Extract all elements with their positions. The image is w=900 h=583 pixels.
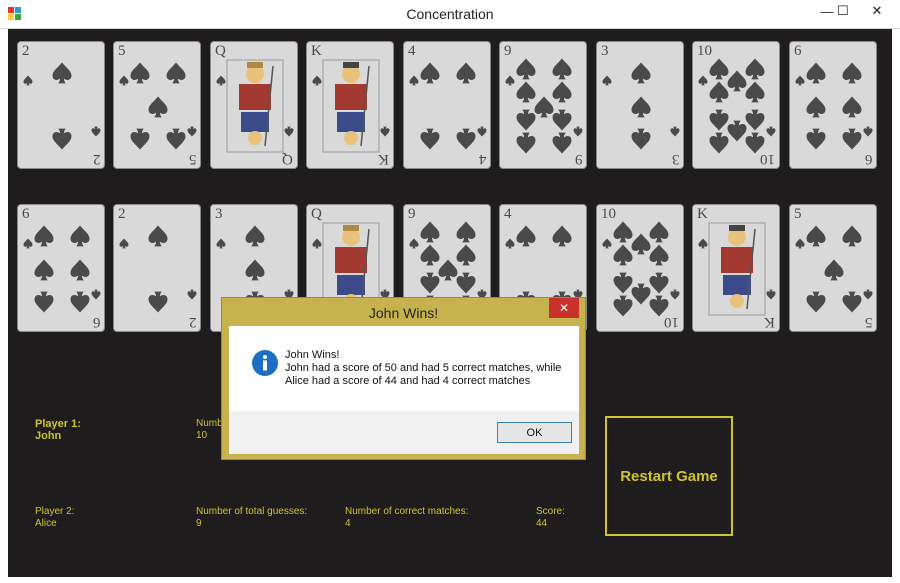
card-rank-top: 9 (504, 43, 512, 59)
card-rank-top: 10 (601, 206, 616, 222)
card-rank-top: 2 (118, 206, 126, 222)
player2-matches-value: 4 (345, 518, 351, 529)
card-rank-top: 6 (22, 206, 30, 222)
player1-name: John (35, 430, 62, 442)
info-icon (252, 350, 278, 376)
card-rank-bottom: 5 (188, 151, 197, 167)
card-rank-top: 5 (794, 206, 802, 222)
dialog-message-line1: John Wins! (285, 349, 340, 361)
playing-card[interactable]: 55 (113, 41, 201, 169)
dialog-message-line3: Alice had a score of 44 and had 4 correc… (285, 375, 531, 387)
card-rank-top: 3 (601, 43, 609, 59)
card-rank-top: 9 (408, 206, 416, 222)
playing-card[interactable]: QQ (210, 41, 298, 169)
spade-pips (23, 225, 101, 313)
spade-pips (119, 62, 197, 150)
card-rank-bottom: 2 (92, 151, 101, 167)
card-rank-bottom: 6 (92, 314, 101, 330)
spade-pips (795, 225, 873, 313)
card-rank-bottom: K (764, 314, 775, 330)
playing-card[interactable]: KK (692, 204, 780, 332)
maximize-button[interactable]: ☐ (828, 0, 858, 22)
playing-card[interactable]: 22 (17, 41, 105, 169)
card-rank-top: 5 (118, 43, 126, 59)
card-rank-top: Q (215, 43, 226, 59)
spade-pips (119, 225, 197, 313)
card-rank-top: 10 (697, 43, 712, 59)
spade-pips (602, 62, 680, 150)
playing-card[interactable]: 55 (789, 204, 877, 332)
dialog-close-button[interactable]: ✕ (549, 298, 579, 318)
player2-guesses-label: Number of total guesses: (196, 506, 308, 517)
card-rank-top: 4 (408, 43, 416, 59)
playing-card[interactable]: 33 (596, 41, 684, 169)
ok-button[interactable]: OK (497, 422, 572, 443)
win-dialog: John Wins! ✕ John Wins! John had a score… (221, 297, 586, 460)
card-rank-top: 4 (504, 206, 512, 222)
card-rank-top: K (311, 43, 322, 59)
card-rank-top: K (697, 206, 708, 222)
playing-card[interactable]: 10 10 (692, 41, 780, 169)
player2-score-label: Score: (536, 506, 565, 517)
spade-pips (409, 62, 487, 150)
card-rank-top: 3 (215, 206, 223, 222)
playing-card[interactable]: 66 (789, 41, 877, 169)
playing-card[interactable]: 22 (113, 204, 201, 332)
card-rank-bottom: 4 (478, 151, 487, 167)
card-rank-bottom: K (378, 151, 389, 167)
card-rank-top: 2 (22, 43, 30, 59)
card-rank-bottom: 5 (864, 314, 873, 330)
player1-guesses-value: 10 (196, 430, 208, 441)
title-bar: Concentration — ☐ ✕ (0, 0, 900, 29)
close-button[interactable]: ✕ (862, 0, 892, 22)
playing-card[interactable]: 10 10 (596, 204, 684, 332)
card-rank-bottom: 6 (864, 151, 873, 167)
player2-matches-label: Number of correct matches: (345, 506, 469, 517)
player2-label: Player 2: (35, 506, 75, 517)
player2-score-value: 44 (536, 518, 548, 529)
spade-pips (23, 62, 101, 150)
spade-pips (795, 62, 873, 150)
playing-card[interactable]: KK (306, 41, 394, 169)
card-rank-top: Q (311, 206, 322, 222)
window-title: Concentration (406, 6, 494, 22)
dialog-title: John Wins! (368, 305, 439, 321)
card-rank-bottom: 2 (188, 314, 197, 330)
playing-card[interactable]: 44 (403, 41, 491, 169)
card-rank-bottom: 10 (664, 314, 679, 330)
playing-card[interactable]: 99 (499, 41, 587, 169)
card-rank-top: 6 (794, 43, 802, 59)
dialog-footer: OK (229, 411, 579, 454)
card-rank-bottom: 9 (574, 151, 583, 167)
dialog-message-line2: John had a score of 50 and had 5 correct… (285, 362, 562, 374)
card-rank-bottom: 10 (760, 151, 775, 167)
dialog-message: John Wins! John had a score of 50 and ha… (285, 349, 561, 388)
dialog-body: John Wins! John had a score of 50 and ha… (229, 326, 579, 454)
spade-pips (505, 58, 583, 154)
player2-name: Alice (35, 518, 57, 529)
player2-guesses-value: 9 (196, 518, 202, 529)
restart-game-button[interactable]: Restart Game (605, 416, 733, 536)
player1-label: Player 1: (35, 418, 81, 430)
card-rank-bottom: 3 (671, 151, 680, 167)
card-rank-bottom: Q (282, 151, 293, 167)
playing-card[interactable]: 66 (17, 204, 105, 332)
